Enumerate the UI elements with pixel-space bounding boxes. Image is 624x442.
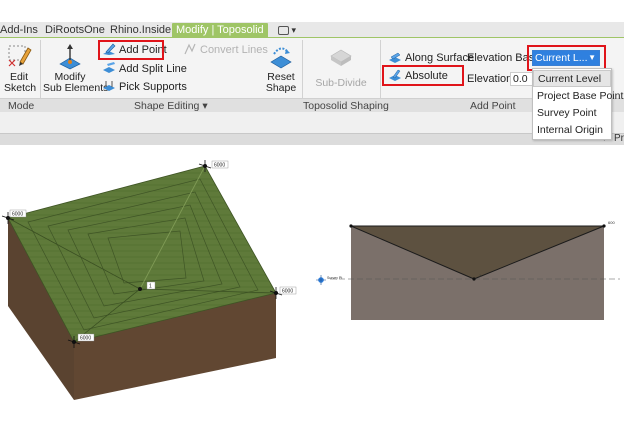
panel-title-mode: Mode [8,100,35,112]
elevation-base-dropdown: Current Level Project Base Point Survey … [532,68,623,140]
ribbon-tab-bar: Add-Ins DiRootsOne Rhino.Inside Modify |… [0,22,624,38]
tab-rhino-inside[interactable]: Rhino.Inside [110,23,171,38]
add-split-line-button[interactable]: Add Split Line [102,61,187,77]
sub-divide-button[interactable]: Sub-Divide [314,42,368,89]
reset-shape-icon [270,47,292,69]
option-internal-origin[interactable]: Internal Origin [533,122,611,139]
label-front: 6000 [80,336,91,342]
edit-sketch-icon [8,45,32,67]
reset-shape-button[interactable]: Reset Shape [264,42,298,94]
elevation-label: Elevation: [467,73,516,85]
window-icon [278,26,289,36]
panel-title-shape-editing[interactable]: Shape Editing ▾ [134,99,208,113]
highlight-add-point [98,40,164,60]
modify-sub-elements-button[interactable]: Modify Sub Elements [43,42,108,94]
option-current-level[interactable]: Current Level [533,70,611,87]
pick-supports-button[interactable]: Pick Supports [102,79,187,95]
convert-lines-button[interactable]: Convert Lines [183,42,268,58]
option-project-base-point[interactable]: Project Base Point [533,88,623,105]
label-right: 6000 [282,289,293,295]
sub-divide-icon [330,49,352,66]
along-surface-button[interactable]: Along Surface [388,50,474,66]
tab-add-ins[interactable]: Add-Ins [0,23,38,38]
properties-bar: ▾ Pr [0,133,624,145]
panel-title-add-point: Add Point [470,100,516,112]
properties-partial-label: Pr [614,133,624,144]
modify-sub-elements-icon [59,44,81,70]
highlight-absolute [382,65,464,86]
label-center: 1 [149,284,152,290]
toposolid-section-view[interactable] [330,224,620,320]
pick-supports-icon [103,81,115,91]
panel-title-toposolid-shaping: Toposolid Shaping [303,100,389,112]
quick-access-toggle[interactable]: ▾ [278,24,302,36]
tab-diroots-one[interactable]: DiRootsOne [45,23,105,38]
convert-lines-icon [184,43,196,55]
viewport-canvas: 6000 6000 6000 6000 1 1 600 Survey Pt [1,160,620,400]
label-top: 6000 [214,163,225,169]
dropdown-arrow-icon: ▾ [202,100,208,112]
elevation-input[interactable]: 0.0 [510,72,534,86]
section-edge-label: 600 [608,220,615,225]
add-split-line-icon [103,62,115,73]
panel-title-bar: Mode Shape Editing ▾ Toposolid Shaping A… [0,98,624,112]
option-survey-point[interactable]: Survey Point [533,105,611,122]
survey-point-label: Survey Pt [327,276,342,280]
toposolid-3d-view[interactable] [1,160,283,400]
tab-modify-toposolid[interactable]: Modify | Toposolid [172,23,268,38]
survey-point-icon[interactable]: Survey Pt [316,275,342,285]
label-left: 6000 [12,212,23,218]
drawing-viewport[interactable]: 6000 6000 6000 6000 1 1 600 Survey Pt [0,146,624,439]
along-surface-icon [389,52,401,63]
edit-sketch-button[interactable]: Edit Sketch [4,42,36,94]
